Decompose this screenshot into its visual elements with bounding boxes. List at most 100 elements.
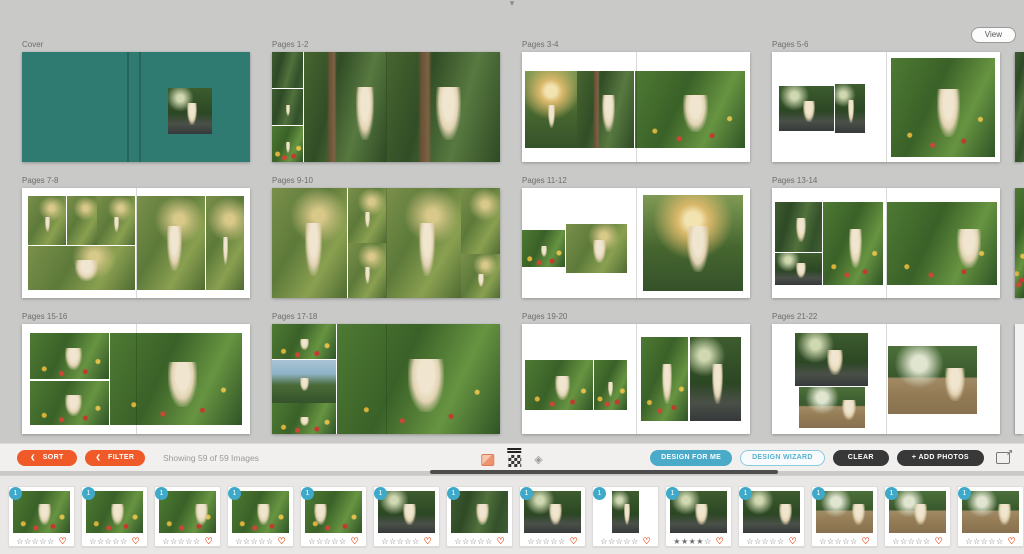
spread-pages-9-10[interactable] bbox=[272, 188, 500, 298]
thumbnail-photo[interactable]: 1 bbox=[86, 491, 143, 533]
heart-favorite-icon[interactable]: ♡ bbox=[1008, 536, 1016, 547]
filmstrip-thumbnail[interactable]: 1 ☆☆☆☆☆ ♡ bbox=[519, 486, 586, 547]
thumbnail-image bbox=[743, 491, 800, 533]
star-rating[interactable]: ☆☆☆☆☆ bbox=[308, 537, 346, 546]
spread-pages-1-2[interactable] bbox=[272, 52, 500, 162]
filmstrip-thumbnail[interactable]: 1 ★★★★☆ ♡ bbox=[665, 486, 732, 547]
spread-pages-13-14[interactable] bbox=[772, 188, 1000, 298]
heart-favorite-icon[interactable]: ♡ bbox=[935, 536, 943, 547]
star-rating[interactable]: ☆☆☆☆☆ bbox=[527, 537, 565, 546]
star-rating[interactable]: ☆☆☆☆☆ bbox=[892, 537, 930, 546]
thumbnail-photo[interactable]: 1 bbox=[962, 491, 1019, 533]
spread-pages-15-16[interactable] bbox=[22, 324, 250, 434]
star-rating[interactable]: ☆☆☆☆☆ bbox=[746, 537, 784, 546]
spread-pages-17-18[interactable] bbox=[272, 324, 500, 434]
heart-favorite-icon[interactable]: ♡ bbox=[59, 536, 67, 547]
usage-count-badge: 1 bbox=[885, 487, 898, 500]
star-rating[interactable]: ☆☆☆☆☆ bbox=[162, 537, 200, 546]
thumbnail-photo[interactable]: 1 bbox=[670, 491, 727, 533]
partial-spread-edge[interactable] bbox=[1015, 188, 1024, 298]
usage-count-badge: 1 bbox=[520, 487, 533, 500]
spread-photo bbox=[28, 246, 135, 290]
stack-view-icon[interactable]: ◈ bbox=[534, 454, 542, 466]
filmstrip-thumbnail[interactable]: 1 ☆☆☆☆☆ ♡ bbox=[8, 486, 75, 547]
filmstrip-thumbnail[interactable]: 1 ☆☆☆☆☆ ♡ bbox=[154, 486, 221, 547]
grid-view-icon[interactable] bbox=[507, 448, 521, 467]
design-wizard-button[interactable]: DESIGN WIZARD bbox=[740, 450, 825, 466]
heart-favorite-icon[interactable]: ♡ bbox=[424, 536, 432, 547]
spread-cell-pages-7-8: Pages 7-8 bbox=[22, 176, 250, 298]
thumbnail-photo[interactable]: 1 bbox=[232, 491, 289, 533]
star-rating[interactable]: ☆☆☆☆☆ bbox=[454, 537, 492, 546]
thumbnail-image bbox=[524, 491, 581, 533]
thumbnail-photo[interactable]: 1 bbox=[13, 491, 70, 533]
design-for-me-button[interactable]: DESIGN FOR ME bbox=[650, 450, 732, 466]
spread-photo bbox=[594, 360, 627, 410]
thumbnail-photo[interactable]: 1 bbox=[305, 491, 362, 533]
filmstrip-thumbnail[interactable]: 1 ☆☆☆☆☆ ♡ bbox=[81, 486, 148, 547]
star-rating[interactable]: ☆☆☆☆☆ bbox=[235, 537, 273, 546]
spread-pages-11-12[interactable] bbox=[522, 188, 750, 298]
filmstrip-thumbnail[interactable]: 1 ☆☆☆☆☆ ♡ bbox=[957, 486, 1024, 547]
spread-photo bbox=[30, 381, 109, 426]
heart-favorite-icon[interactable]: ♡ bbox=[351, 536, 359, 547]
sort-button[interactable]: ❮ SORT bbox=[17, 450, 77, 466]
filmstrip-thumbnail[interactable]: 1 ☆☆☆☆☆ ♡ bbox=[227, 486, 294, 547]
spread-pages-3-4[interactable] bbox=[522, 52, 750, 162]
heart-favorite-icon[interactable]: ♡ bbox=[862, 536, 870, 547]
star-rating[interactable]: ☆☆☆☆☆ bbox=[16, 537, 54, 546]
export-window-icon[interactable]: ↗ bbox=[996, 452, 1010, 464]
partial-spread-edge[interactable] bbox=[1015, 52, 1024, 162]
thumbnail-photo[interactable]: 1 bbox=[451, 491, 508, 533]
thumbnail-photo[interactable]: 1 bbox=[743, 491, 800, 533]
heart-favorite-icon[interactable]: ♡ bbox=[278, 536, 286, 547]
add-photos-button[interactable]: + ADD PHOTOS bbox=[897, 450, 984, 466]
spread-pages-5-6[interactable] bbox=[772, 52, 1000, 162]
usage-count-badge: 1 bbox=[301, 487, 314, 500]
spread-cell-pages-1-2: Pages 1-2 bbox=[272, 40, 500, 162]
heart-favorite-icon[interactable]: ♡ bbox=[497, 536, 505, 547]
filmstrip-thumbnail[interactable]: 1 ☆☆☆☆☆ ♡ bbox=[300, 486, 367, 547]
spread-label: Pages 9-10 bbox=[272, 176, 500, 186]
heart-favorite-icon[interactable]: ♡ bbox=[716, 536, 724, 547]
filmstrip-scrollbar[interactable] bbox=[430, 470, 778, 474]
rating-row: ☆☆☆☆☆ ♡ bbox=[451, 533, 508, 549]
usage-count-badge: 1 bbox=[958, 487, 971, 500]
spread-photo bbox=[525, 71, 576, 148]
collapse-panel-arrow-icon[interactable]: ▾ bbox=[510, 0, 515, 9]
partial-spread-edge[interactable] bbox=[1015, 324, 1024, 434]
thumbnail-photo[interactable]: 1 bbox=[524, 491, 581, 533]
spread-pages-21-22[interactable] bbox=[772, 324, 1000, 434]
thumbnail-photo[interactable]: 1 bbox=[597, 491, 654, 533]
filter-button[interactable]: ❮ FILTER bbox=[85, 450, 145, 466]
thumbnail-photo[interactable]: 1 bbox=[378, 491, 435, 533]
filmstrip-thumbnail[interactable]: 1 ☆☆☆☆☆ ♡ bbox=[373, 486, 440, 547]
star-rating[interactable]: ★★★★☆ bbox=[673, 537, 711, 546]
thumbnail-image bbox=[962, 491, 1019, 533]
heart-favorite-icon[interactable]: ♡ bbox=[789, 536, 797, 547]
thumbnail-photo[interactable]: 1 bbox=[889, 491, 946, 533]
filmstrip-thumbnail[interactable]: 1 ☆☆☆☆☆ ♡ bbox=[446, 486, 513, 547]
filmstrip-thumbnail[interactable]: 1 ☆☆☆☆☆ ♡ bbox=[884, 486, 951, 547]
heart-favorite-icon[interactable]: ♡ bbox=[570, 536, 578, 547]
heart-favorite-icon[interactable]: ♡ bbox=[643, 536, 651, 547]
photos-view-icon[interactable] bbox=[481, 454, 494, 466]
heart-favorite-icon[interactable]: ♡ bbox=[132, 536, 140, 547]
spread-pages-7-8[interactable] bbox=[22, 188, 250, 298]
filmstrip-thumbnail[interactable]: 1 ☆☆☆☆☆ ♡ bbox=[738, 486, 805, 547]
star-rating[interactable]: ☆☆☆☆☆ bbox=[381, 537, 419, 546]
star-rating[interactable]: ☆☆☆☆☆ bbox=[600, 537, 638, 546]
filmstrip-thumbnail[interactable]: 1 ☆☆☆☆☆ ♡ bbox=[811, 486, 878, 547]
star-rating[interactable]: ☆☆☆☆☆ bbox=[819, 537, 857, 546]
thumbnail-photo[interactable]: 1 bbox=[816, 491, 873, 533]
thumbnail-photo[interactable]: 1 bbox=[159, 491, 216, 533]
rating-row: ☆☆☆☆☆ ♡ bbox=[305, 533, 362, 549]
star-rating[interactable]: ☆☆☆☆☆ bbox=[89, 537, 127, 546]
star-rating[interactable]: ☆☆☆☆☆ bbox=[965, 537, 1003, 546]
clear-button[interactable]: CLEAR bbox=[833, 450, 889, 466]
heart-favorite-icon[interactable]: ♡ bbox=[205, 536, 213, 547]
spread-cell-pages-11-12: Pages 11-12 bbox=[522, 176, 750, 298]
spread-pages-19-20[interactable] bbox=[522, 324, 750, 434]
spread-cover[interactable] bbox=[22, 52, 250, 162]
filmstrip-thumbnail[interactable]: 1 ☆☆☆☆☆ ♡ bbox=[592, 486, 659, 547]
